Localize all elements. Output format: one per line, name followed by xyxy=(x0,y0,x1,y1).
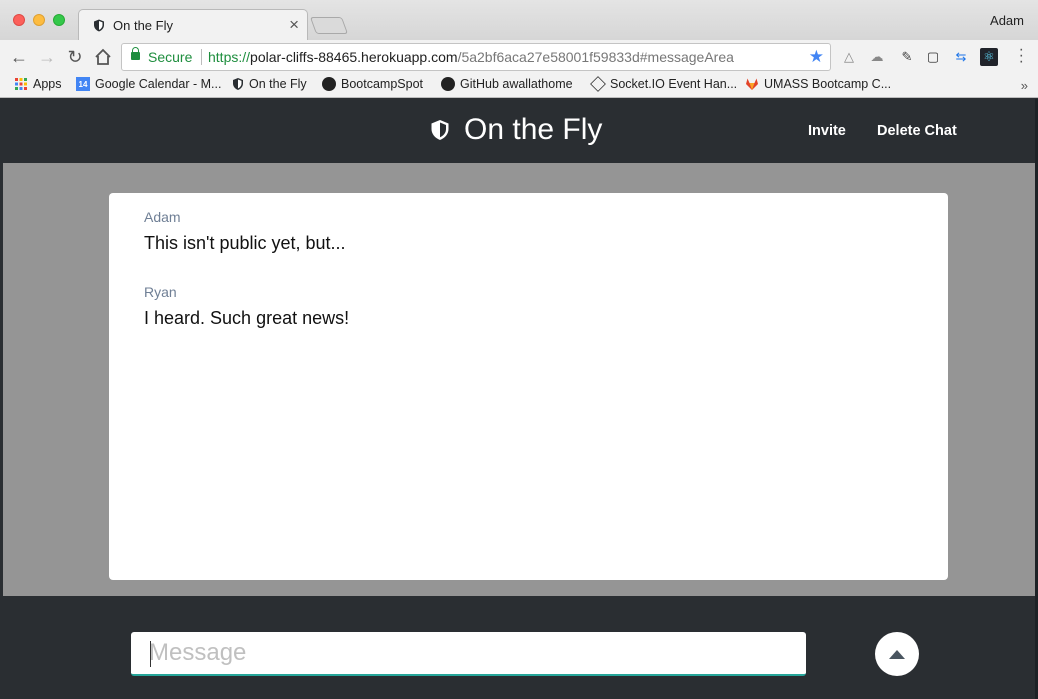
forward-arrow-icon[interactable]: → xyxy=(36,46,58,68)
bookmark-github-awallathome[interactable]: GitHub awallathome xyxy=(441,77,573,91)
github-icon xyxy=(322,77,336,91)
send-arrow-icon xyxy=(889,649,905,659)
lock-icon xyxy=(131,47,140,60)
back-arrow-icon[interactable]: ← xyxy=(8,46,30,68)
bookmark-label: GitHub awallathome xyxy=(460,77,573,91)
bookmark-google-calendar[interactable]: 14 Google Calendar - M... xyxy=(76,77,221,91)
bookmarks-bar: Apps 14 Google Calendar - M... On the Fl… xyxy=(0,74,1038,98)
message-item: Ryan I heard. Such great news! xyxy=(144,284,349,329)
bookmark-apps[interactable]: Apps xyxy=(14,77,62,91)
calendar-icon: 14 xyxy=(76,77,90,91)
delete-chat-link[interactable]: Delete Chat xyxy=(877,123,957,139)
send-button[interactable] xyxy=(875,632,919,676)
bookmark-star-icon[interactable]: ★ xyxy=(809,47,824,67)
shield-icon xyxy=(431,120,449,140)
message-input[interactable] xyxy=(131,632,806,676)
text-caret xyxy=(150,641,151,667)
message-text: I heard. Such great news! xyxy=(144,308,350,328)
invite-link[interactable]: Invite xyxy=(808,123,846,139)
close-window-button[interactable] xyxy=(13,14,25,26)
sync-arrows-icon[interactable]: ⇆ xyxy=(952,48,970,66)
shield-icon xyxy=(94,19,104,32)
more-bookmarks-icon[interactable]: » xyxy=(1021,78,1028,93)
react-devtools-icon[interactable]: ⚛ xyxy=(980,48,998,66)
bookmark-label: On the Fly xyxy=(249,77,307,91)
url-host: polar-cliffs-88465.herokuapp.com xyxy=(250,49,458,65)
tab-title: On the Fly xyxy=(113,18,173,33)
message-author: Adam xyxy=(144,209,181,225)
message-item: Adam This isn't public yet, but... xyxy=(144,209,346,254)
menu-icon[interactable]: · · · xyxy=(1019,42,1024,70)
url-text[interactable]: https://polar-cliffs-88465.herokuapp.com… xyxy=(208,49,734,65)
maximize-window-button[interactable] xyxy=(53,14,65,26)
bookmark-label: BootcampSpot xyxy=(341,77,423,91)
profile-name[interactable]: Adam xyxy=(990,13,1024,28)
bookmark-socketio[interactable]: Socket.IO Event Han... xyxy=(590,76,738,92)
bookmark-on-the-fly[interactable]: On the Fly xyxy=(232,77,307,91)
browser-titlebar: On the Fly × Adam xyxy=(0,0,1038,40)
extension-icon[interactable]: △ xyxy=(840,48,858,66)
tab-close-icon[interactable]: × xyxy=(289,15,299,35)
drive-icon[interactable]: ☁ xyxy=(868,48,886,66)
github-icon xyxy=(441,77,455,91)
screenshot-icon[interactable]: ▢ xyxy=(924,48,942,66)
new-tab-button[interactable] xyxy=(309,17,349,34)
app-title: On the Fly xyxy=(464,113,603,146)
brand[interactable]: On the Fly xyxy=(430,113,602,147)
gitlab-icon xyxy=(746,78,758,90)
socketio-icon xyxy=(590,76,606,92)
browser-tab[interactable]: On the Fly × xyxy=(78,9,308,40)
message-area[interactable]: Adam This isn't public yet, but... Ryan … xyxy=(109,193,948,580)
shield-icon xyxy=(233,78,243,90)
message-author: Ryan xyxy=(144,284,177,300)
reload-icon[interactable]: ↻ xyxy=(64,46,86,68)
bookmark-label: Socket.IO Event Han... xyxy=(610,77,738,91)
bookmark-label: Google Calendar - M... xyxy=(95,77,222,91)
omnibox-divider xyxy=(201,49,202,65)
apps-grid-icon xyxy=(15,78,27,90)
bookmark-label: Apps xyxy=(33,77,62,91)
secure-label: Secure xyxy=(148,49,193,65)
url-path: /5a2bf6aca27e58001f59833d#messageArea xyxy=(457,49,734,65)
url-protocol: https:// xyxy=(208,49,251,65)
bookmark-bootcampspot[interactable]: BootcampSpot xyxy=(322,77,423,91)
eyedropper-icon[interactable]: ✎ xyxy=(898,48,916,66)
app-header: On the Fly Invite Delete Chat xyxy=(0,99,1035,163)
browser-toolbar: ← → ↻ Secure https://polar-cliffs-88465.… xyxy=(0,40,1038,74)
minimize-window-button[interactable] xyxy=(33,14,45,26)
address-bar[interactable]: Secure https://polar-cliffs-88465.heroku… xyxy=(121,43,831,71)
message-text: This isn't public yet, but... xyxy=(144,233,346,253)
bookmark-umass-bootcamp[interactable]: UMASS Bootcamp C... xyxy=(745,77,891,91)
bookmark-label: UMASS Bootcamp C... xyxy=(764,77,892,91)
home-icon[interactable] xyxy=(92,46,114,68)
